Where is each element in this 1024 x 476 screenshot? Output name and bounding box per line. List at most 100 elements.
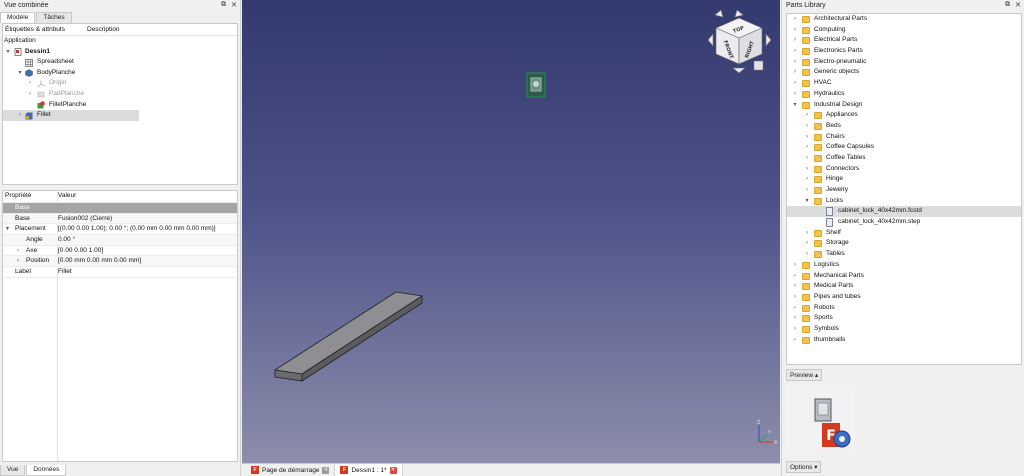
3d-viewport[interactable]: TOP FRONT RIGHT Z Y X (242, 0, 780, 463)
arrow-down-icon[interactable] (732, 67, 746, 74)
rotate-left-icon[interactable] (714, 9, 724, 18)
chevron-right-icon[interactable]: › (791, 281, 799, 292)
chevron-right-icon[interactable]: › (803, 110, 811, 121)
library-folder-item[interactable]: › Symbols (787, 324, 1021, 335)
property-value[interactable]: [(0.00 0.00 1.00); 0.00 °; (0.00 mm 0.00… (58, 224, 216, 235)
library-folder-item[interactable]: › Architectural Parts (787, 14, 1021, 25)
library-folder-item[interactable]: › Electro-pneumatic (787, 57, 1021, 68)
chevron-right-icon[interactable]: › (26, 89, 34, 100)
tree-item-filletplanche[interactable]: FilletPlanche (3, 100, 237, 111)
tab-view[interactable]: Vue (0, 465, 26, 476)
plank-model[interactable] (273, 291, 424, 382)
arrow-left-icon[interactable] (707, 33, 714, 47)
library-folder-item[interactable]: › Robots (787, 303, 1021, 314)
chevron-right-icon[interactable]: › (791, 89, 799, 100)
chevron-right-icon[interactable]: › (17, 246, 19, 257)
chevron-right-icon[interactable]: › (17, 256, 19, 267)
property-value[interactable]: 0.00 ° (58, 235, 75, 246)
library-folder-item[interactable]: › Generic objects (787, 67, 1021, 78)
library-folder-item[interactable]: › Electronics Parts (787, 46, 1021, 57)
chevron-right-icon[interactable]: › (791, 313, 799, 324)
property-value[interactable]: [0.00 mm 0.00 mm 0.00 mm] (58, 256, 141, 267)
chevron-right-icon[interactable]: › (791, 57, 799, 68)
library-folder-item[interactable]: › Chairs (787, 132, 1021, 143)
chevron-right-icon[interactable]: › (791, 46, 799, 57)
library-folder-item[interactable]: › Jewelry (787, 185, 1021, 196)
library-folder-item[interactable]: › Hinge (787, 174, 1021, 185)
lock-part-model[interactable] (526, 72, 546, 98)
library-folder-item[interactable]: ▾ Industrial Design (787, 100, 1021, 111)
float-icon[interactable]: ⧉ (221, 1, 226, 9)
library-folder-item[interactable]: ▾ Locks (787, 196, 1021, 207)
property-row-axe[interactable]: › Axe [0.00 0.00 1.00] (3, 246, 237, 257)
tab-data[interactable]: Données (26, 465, 67, 476)
chevron-right-icon[interactable]: › (791, 271, 799, 282)
tab-tasks[interactable]: Tâches (36, 12, 72, 23)
tree-header-labels[interactable]: Étiquettes & attributs (3, 26, 85, 33)
chevron-right-icon[interactable]: › (803, 121, 811, 132)
chevron-right-icon[interactable]: › (26, 78, 34, 89)
view-menu-icon[interactable] (753, 60, 764, 71)
library-folder-item[interactable]: › Computing (787, 25, 1021, 36)
chevron-right-icon[interactable]: › (791, 78, 799, 89)
library-folder-item[interactable]: › Coffee Capsules (787, 142, 1021, 153)
library-folder-item[interactable]: › Logistics (787, 260, 1021, 271)
library-folder-item[interactable]: › Connectors (787, 164, 1021, 175)
tab-document[interactable]: F Dessin1 : 1* ✕ (335, 464, 403, 476)
tree-item-origin[interactable]: › Origin (3, 78, 237, 89)
library-folder-item[interactable]: › Hydraulics (787, 89, 1021, 100)
library-folder-item[interactable]: › Coffee Tables (787, 153, 1021, 164)
chevron-right-icon[interactable]: › (791, 292, 799, 303)
tab-model[interactable]: Modèle (0, 12, 36, 23)
property-row-angle[interactable]: Angle 0.00 ° (3, 235, 237, 246)
library-file-item[interactable]: cabinet_lock_40x42mm.step (787, 217, 1021, 228)
chevron-right-icon[interactable]: › (791, 324, 799, 335)
property-header-label[interactable]: Propriété (5, 191, 31, 202)
library-folder-item[interactable]: › Mechanical Parts (787, 271, 1021, 282)
float-icon[interactable]: ⧉ (1005, 1, 1010, 9)
chevron-right-icon[interactable]: › (803, 174, 811, 185)
library-folder-item[interactable]: › Electrical Parts (787, 35, 1021, 46)
tree-header-description[interactable]: Description (85, 26, 120, 33)
navigation-cube[interactable]: TOP FRONT RIGHT (707, 9, 772, 74)
library-folder-item[interactable]: › Storage (787, 238, 1021, 249)
chevron-right-icon[interactable]: › (791, 14, 799, 25)
library-folder-item[interactable]: › Tables (787, 249, 1021, 260)
tree-item-dessin1[interactable]: ▾ Dessin1 (3, 47, 237, 58)
chevron-right-icon[interactable]: › (803, 153, 811, 164)
rotate-right-icon[interactable] (734, 9, 744, 18)
chevron-right-icon[interactable]: › (791, 67, 799, 78)
chevron-right-icon[interactable]: › (791, 35, 799, 46)
chevron-right-icon[interactable]: › (803, 185, 811, 196)
tree-item-padplanche[interactable]: › PadPlanche (3, 89, 237, 100)
close-icon[interactable]: ✕ (389, 466, 397, 474)
library-folder-item[interactable]: › Sports (787, 313, 1021, 324)
chevron-right-icon[interactable]: › (791, 25, 799, 36)
chevron-right-icon[interactable]: › (803, 142, 811, 153)
arrow-right-icon[interactable] (765, 33, 772, 47)
chevron-right-icon[interactable]: › (16, 110, 24, 121)
tree-item-fillet[interactable]: › Fillet (3, 110, 139, 121)
options-toggle[interactable]: Options ▾ (786, 461, 822, 473)
chevron-down-icon[interactable]: ▾ (16, 68, 24, 79)
property-group-base[interactable]: Base (3, 203, 237, 214)
tree-item-spreadsheet[interactable]: Spreadsheet (3, 57, 237, 68)
library-folder-item[interactable]: › HVAC (787, 78, 1021, 89)
library-folder-item[interactable]: › Medical Parts (787, 281, 1021, 292)
value-header-label[interactable]: Valeur (58, 191, 76, 202)
library-folder-item[interactable]: › Beds (787, 121, 1021, 132)
property-value[interactable]: Fillet (58, 267, 72, 278)
preview-toggle[interactable]: Preview ▴ (786, 369, 823, 381)
property-value[interactable]: [0.00 0.00 1.00] (58, 246, 103, 257)
library-folder-item[interactable]: › Pipes and tubes (787, 292, 1021, 303)
chevron-right-icon[interactable]: › (803, 132, 811, 143)
library-folder-item[interactable]: › Shelf (787, 228, 1021, 239)
property-value[interactable]: Fusion002 (Cierre) (58, 214, 112, 225)
library-file-item[interactable]: cabinet_lock_40x42mm.fcstd (787, 206, 1021, 218)
chevron-right-icon[interactable]: › (803, 164, 811, 175)
chevron-right-icon[interactable]: › (791, 303, 799, 314)
chevron-right-icon[interactable]: › (803, 238, 811, 249)
chevron-down-icon[interactable]: ▾ (6, 224, 9, 235)
close-icon[interactable]: ✕ (231, 1, 237, 9)
property-row-label[interactable]: Label Fillet (3, 267, 237, 278)
